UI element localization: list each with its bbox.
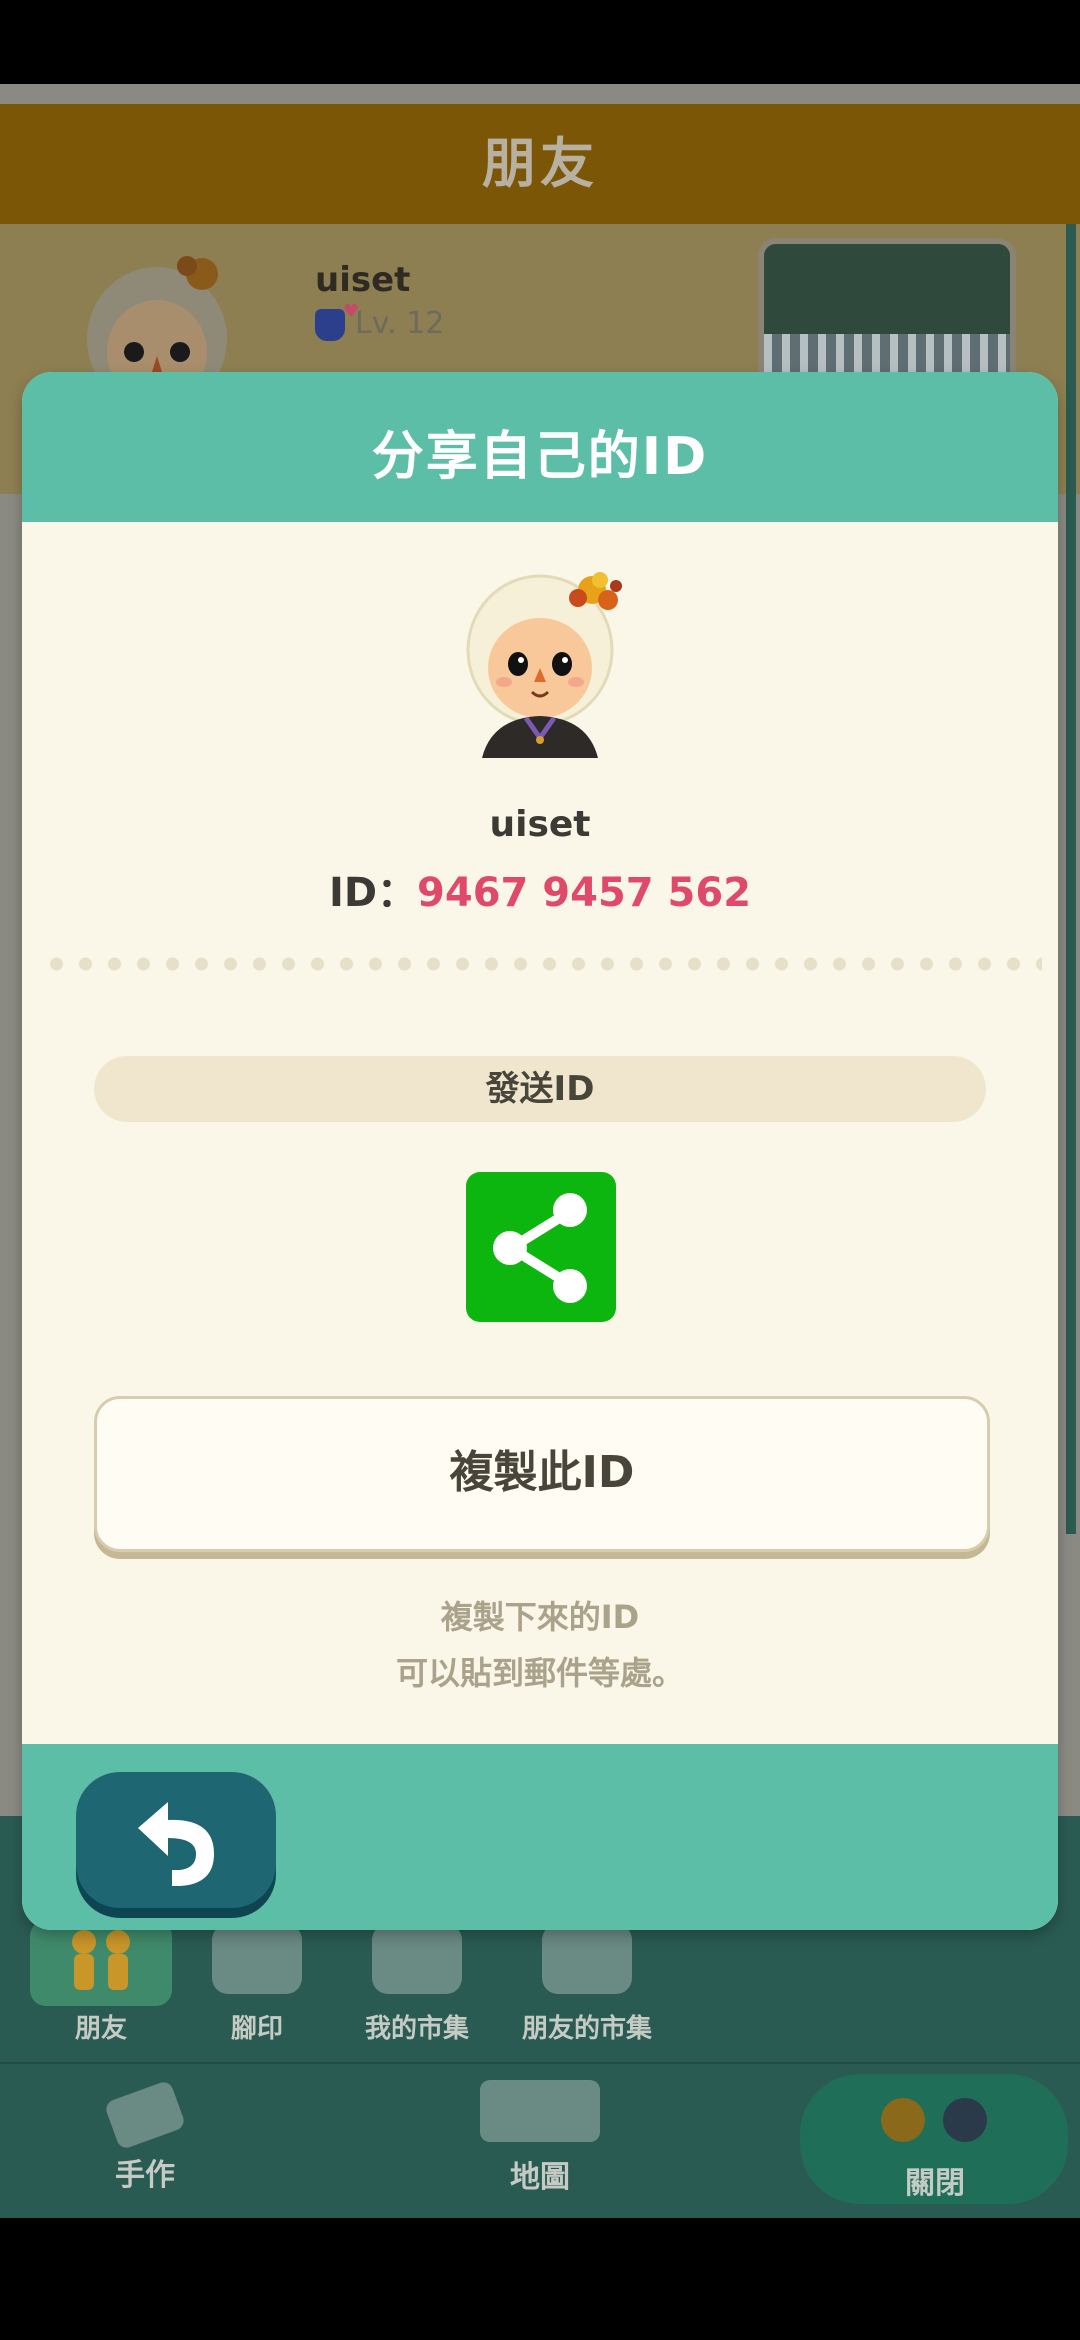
tab-my-market[interactable]: 我的市集 xyxy=(342,1924,492,2045)
share-button[interactable] xyxy=(466,1172,616,1322)
share-icon xyxy=(493,1193,587,1303)
dotted-divider xyxy=(42,956,1042,972)
nav-map[interactable]: 地圖 xyxy=(470,2080,610,2196)
friend-level: Lv. 12 xyxy=(315,301,445,341)
copy-hint-line2: 可以貼到郵件等處。 xyxy=(395,1654,684,1692)
tab-friend-market[interactable]: 朋友的市集 xyxy=(502,1924,672,2045)
friend-level-text: Lv. 12 xyxy=(355,306,445,341)
tab-footprints[interactable]: 腳印 xyxy=(182,1924,332,2045)
tab-friends-label: 朋友 xyxy=(74,2014,127,2044)
hammer-icon xyxy=(103,2079,187,2151)
nav-craft-label: 手作 xyxy=(115,2158,175,2193)
footprints-icon xyxy=(212,1924,302,1994)
scrollbar[interactable] xyxy=(1066,224,1076,1534)
share-id-dialog: 分享自己的ID uiset ID：9467 9457 562 發送ID 複製此I… xyxy=(22,372,1058,1930)
cat-level-icon xyxy=(315,301,359,341)
friend-name: uiset xyxy=(315,260,411,300)
id-value: 9467 9457 562 xyxy=(417,870,752,916)
nav-craft[interactable]: 手作 xyxy=(100,2079,190,2194)
send-id-label: 發送ID xyxy=(94,1056,986,1122)
nav-close-label: 關閉 xyxy=(905,2166,965,2201)
friend-market-icon xyxy=(542,1924,632,1994)
friends-icon xyxy=(56,1924,146,1994)
villagers-icon xyxy=(881,2098,987,2142)
id-label: ID： xyxy=(328,870,418,916)
dialog-title: 分享自己的ID xyxy=(371,427,709,487)
nav-close[interactable]: 關閉 xyxy=(860,2094,1010,2202)
player-avatar xyxy=(466,572,622,758)
page-title: 朋友 xyxy=(482,132,598,195)
tab-my-market-label: 我的市集 xyxy=(364,2014,469,2044)
tab-friend-market-label: 朋友的市集 xyxy=(521,2014,652,2044)
nav-map-label: 地圖 xyxy=(510,2160,570,2195)
market-icon xyxy=(372,1924,462,1994)
tab-footprints-label: 腳印 xyxy=(230,2014,283,2044)
player-id-line: ID：9467 9457 562 xyxy=(22,860,1058,918)
player-name: uiset xyxy=(489,804,591,845)
undo-arrow-icon xyxy=(138,1802,214,1886)
back-button[interactable] xyxy=(76,1772,276,1908)
map-icon xyxy=(480,2080,600,2142)
copy-hint-line1: 複製下來的ID xyxy=(440,1598,640,1636)
copy-id-button[interactable]: 複製此ID xyxy=(94,1396,990,1552)
tab-friends[interactable]: 朋友 xyxy=(26,1924,176,2045)
